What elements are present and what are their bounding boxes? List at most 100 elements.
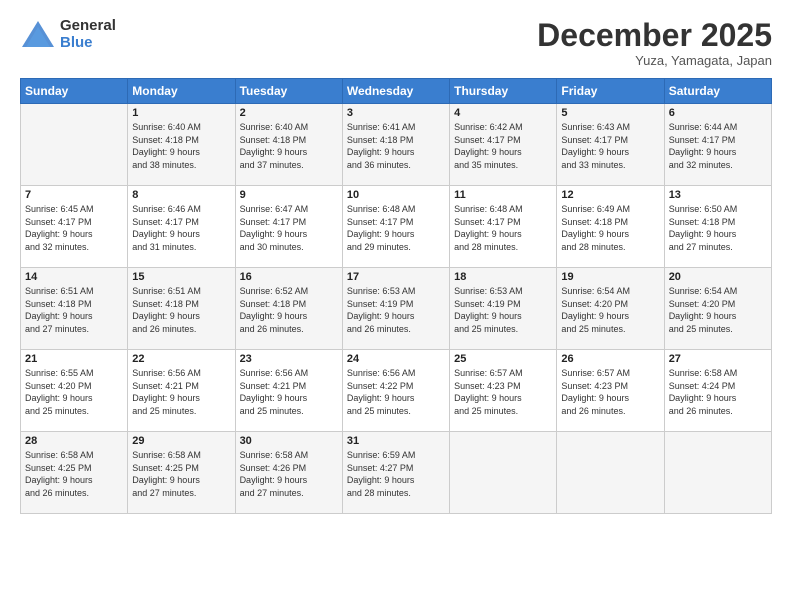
day-number: 9 — [240, 189, 338, 201]
calendar-cell: 8Sunrise: 6:46 AM Sunset: 4:17 PM Daylig… — [128, 186, 235, 268]
calendar-cell: 6Sunrise: 6:44 AM Sunset: 4:17 PM Daylig… — [664, 104, 771, 186]
calendar-cell: 13Sunrise: 6:50 AM Sunset: 4:18 PM Dayli… — [664, 186, 771, 268]
calendar-cell: 24Sunrise: 6:56 AM Sunset: 4:22 PM Dayli… — [342, 350, 449, 432]
calendar-cell: 21 Sunrise: 6:55 AM Sunset: 4:20 PM Dayli… — [21, 350, 128, 432]
day-info: Sunrise: 6:56 AM Sunset: 4:21 PM Dayligh… — [132, 367, 230, 417]
calendar-cell: 30 Sunrise: 6:58 AM Sunset: 4:26 PM Dayli… — [235, 432, 342, 514]
day-info: Sunrise: 6:59 AM Sunset: 4:27 PM Dayligh… — [347, 449, 445, 499]
day-info: Sunrise: 6:53 AM Sunset: 4:19 PM Dayligh… — [347, 285, 445, 335]
day-info: Sunrise: 6:40 AM Sunset: 4:18 PM Dayligh… — [132, 121, 230, 171]
day-number: 12 — [561, 189, 659, 201]
calendar-cell: 7Sunrise: 6:45 AM Sunset: 4:17 PM Daylig… — [21, 186, 128, 268]
week-row-2: 14 Sunrise: 6:51 AM Sunset: 4:18 PM Dayli… — [21, 268, 772, 350]
day-number: 15 — [132, 271, 230, 283]
day-info: Sunrise: 6:51 AM Sunset: 4:18 PM Dayligh… — [25, 285, 123, 335]
calendar-cell: 18 Sunrise: 6:53 AM Sunset: 4:19 PM Dayli… — [450, 268, 557, 350]
calendar-cell — [557, 432, 664, 514]
month-title: December 2025 — [537, 18, 772, 53]
calendar-cell: 26Sunrise: 6:57 AM Sunset: 4:23 PM Dayli… — [557, 350, 664, 432]
day-number: 2 — [240, 107, 338, 119]
week-row-1: 7Sunrise: 6:45 AM Sunset: 4:17 PM Daylig… — [21, 186, 772, 268]
day-info: Sunrise: 6:57 AM Sunset: 4:23 PM Dayligh… — [561, 367, 659, 417]
day-info: Sunrise: 6:54 AM Sunset: 4:20 PM Dayligh… — [669, 285, 767, 335]
calendar-header: SundayMondayTuesdayWednesdayThursdayFrid… — [21, 79, 772, 104]
day-number: 14 — [25, 271, 123, 283]
day-number: 1 — [132, 107, 230, 119]
day-info: Sunrise: 6:50 AM Sunset: 4:18 PM Dayligh… — [669, 203, 767, 253]
day-number: 30 — [240, 435, 338, 447]
day-number: 21 — [25, 353, 123, 365]
day-number: 19 — [561, 271, 659, 283]
calendar-cell: 1 Sunrise: 6:40 AM Sunset: 4:18 PM Daylig… — [128, 104, 235, 186]
calendar-cell — [21, 104, 128, 186]
calendar-cell: 25Sunrise: 6:57 AM Sunset: 4:23 PM Dayli… — [450, 350, 557, 432]
calendar-cell: 9 Sunrise: 6:47 AM Sunset: 4:17 PM Daylig… — [235, 186, 342, 268]
day-info: Sunrise: 6:57 AM Sunset: 4:23 PM Dayligh… — [454, 367, 552, 417]
day-info: Sunrise: 6:48 AM Sunset: 4:17 PM Dayligh… — [347, 203, 445, 253]
calendar-body: 1 Sunrise: 6:40 AM Sunset: 4:18 PM Daylig… — [21, 104, 772, 514]
logo-general: General — [60, 18, 116, 35]
calendar-cell: 10 Sunrise: 6:48 AM Sunset: 4:17 PM Dayli… — [342, 186, 449, 268]
calendar-cell: 23 Sunrise: 6:56 AM Sunset: 4:21 PM Dayli… — [235, 350, 342, 432]
day-info: Sunrise: 6:56 AM Sunset: 4:22 PM Dayligh… — [347, 367, 445, 417]
day-number: 5 — [561, 107, 659, 119]
day-info: Sunrise: 6:42 AM Sunset: 4:17 PM Dayligh… — [454, 121, 552, 171]
day-number: 31 — [347, 435, 445, 447]
day-number: 20 — [669, 271, 767, 283]
day-info: Sunrise: 6:53 AM Sunset: 4:19 PM Dayligh… — [454, 285, 552, 335]
calendar-page: General Blue December 2025 Yuza, Yamagat… — [0, 0, 792, 612]
calendar-cell: 11Sunrise: 6:48 AM Sunset: 4:17 PM Dayli… — [450, 186, 557, 268]
day-number: 8 — [132, 189, 230, 201]
day-info: Sunrise: 6:51 AM Sunset: 4:18 PM Dayligh… — [132, 285, 230, 335]
day-number: 22 — [132, 353, 230, 365]
weekday-header-friday: Friday — [557, 79, 664, 104]
calendar-cell: 3Sunrise: 6:41 AM Sunset: 4:18 PM Daylig… — [342, 104, 449, 186]
calendar-cell: 16Sunrise: 6:52 AM Sunset: 4:18 PM Dayli… — [235, 268, 342, 350]
day-info: Sunrise: 6:49 AM Sunset: 4:18 PM Dayligh… — [561, 203, 659, 253]
logo-text: General Blue — [60, 18, 116, 51]
day-info: Sunrise: 6:55 AM Sunset: 4:20 PM Dayligh… — [25, 367, 123, 417]
week-row-3: 21 Sunrise: 6:55 AM Sunset: 4:20 PM Dayli… — [21, 350, 772, 432]
calendar-cell: 22 Sunrise: 6:56 AM Sunset: 4:21 PM Dayli… — [128, 350, 235, 432]
day-info: Sunrise: 6:52 AM Sunset: 4:18 PM Dayligh… — [240, 285, 338, 335]
week-row-0: 1 Sunrise: 6:40 AM Sunset: 4:18 PM Daylig… — [21, 104, 772, 186]
day-info: Sunrise: 6:58 AM Sunset: 4:24 PM Dayligh… — [669, 367, 767, 417]
day-info: Sunrise: 6:44 AM Sunset: 4:17 PM Dayligh… — [669, 121, 767, 171]
day-info: Sunrise: 6:48 AM Sunset: 4:17 PM Dayligh… — [454, 203, 552, 253]
day-number: 18 — [454, 271, 552, 283]
calendar-cell: 12 Sunrise: 6:49 AM Sunset: 4:18 PM Dayli… — [557, 186, 664, 268]
calendar-cell: 17 Sunrise: 6:53 AM Sunset: 4:19 PM Dayli… — [342, 268, 449, 350]
logo-icon — [20, 19, 56, 51]
logo: General Blue — [20, 18, 116, 51]
calendar-cell: 27Sunrise: 6:58 AM Sunset: 4:24 PM Dayli… — [664, 350, 771, 432]
location: Yuza, Yamagata, Japan — [537, 53, 772, 68]
weekday-header-sunday: Sunday — [21, 79, 128, 104]
week-row-4: 28Sunrise: 6:58 AM Sunset: 4:25 PM Dayli… — [21, 432, 772, 514]
logo-blue: Blue — [60, 35, 116, 52]
day-info: Sunrise: 6:56 AM Sunset: 4:21 PM Dayligh… — [240, 367, 338, 417]
title-block: December 2025 Yuza, Yamagata, Japan — [537, 18, 772, 68]
day-number: 3 — [347, 107, 445, 119]
calendar-cell: 15 Sunrise: 6:51 AM Sunset: 4:18 PM Dayli… — [128, 268, 235, 350]
day-info: Sunrise: 6:45 AM Sunset: 4:17 PM Dayligh… — [25, 203, 123, 253]
calendar-cell: 5 Sunrise: 6:43 AM Sunset: 4:17 PM Daylig… — [557, 104, 664, 186]
day-info: Sunrise: 6:54 AM Sunset: 4:20 PM Dayligh… — [561, 285, 659, 335]
day-info: Sunrise: 6:58 AM Sunset: 4:26 PM Dayligh… — [240, 449, 338, 499]
calendar-cell: 14 Sunrise: 6:51 AM Sunset: 4:18 PM Dayli… — [21, 268, 128, 350]
day-info: Sunrise: 6:43 AM Sunset: 4:17 PM Dayligh… — [561, 121, 659, 171]
day-number: 17 — [347, 271, 445, 283]
weekday-header-saturday: Saturday — [664, 79, 771, 104]
calendar-cell — [450, 432, 557, 514]
day-info: Sunrise: 6:47 AM Sunset: 4:17 PM Dayligh… — [240, 203, 338, 253]
weekday-header-monday: Monday — [128, 79, 235, 104]
day-number: 10 — [347, 189, 445, 201]
calendar-cell: 4Sunrise: 6:42 AM Sunset: 4:17 PM Daylig… — [450, 104, 557, 186]
day-info: Sunrise: 6:40 AM Sunset: 4:18 PM Dayligh… — [240, 121, 338, 171]
calendar-table: SundayMondayTuesdayWednesdayThursdayFrid… — [20, 78, 772, 514]
calendar-cell: 20 Sunrise: 6:54 AM Sunset: 4:20 PM Dayli… — [664, 268, 771, 350]
header: General Blue December 2025 Yuza, Yamagat… — [20, 18, 772, 68]
weekday-row: SundayMondayTuesdayWednesdayThursdayFrid… — [21, 79, 772, 104]
calendar-cell: 2 Sunrise: 6:40 AM Sunset: 4:18 PM Daylig… — [235, 104, 342, 186]
day-info: Sunrise: 6:58 AM Sunset: 4:25 PM Dayligh… — [25, 449, 123, 499]
day-number: 23 — [240, 353, 338, 365]
